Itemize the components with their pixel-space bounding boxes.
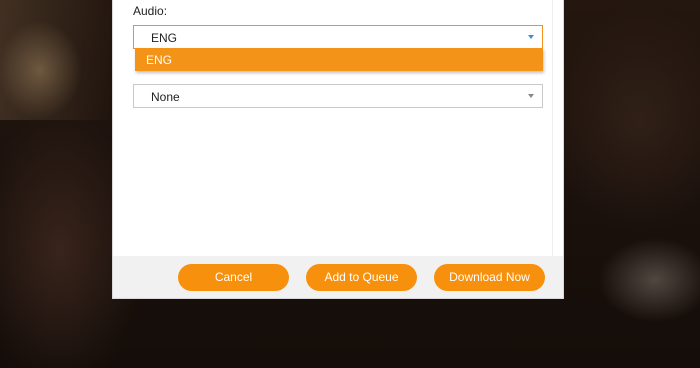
- download-now-button[interactable]: Download Now: [434, 264, 545, 291]
- audio-select[interactable]: ENG: [133, 25, 543, 49]
- audio-label: Audio:: [133, 4, 168, 18]
- cancel-button[interactable]: Cancel: [178, 264, 289, 291]
- audio-option-eng[interactable]: ENG: [146, 53, 172, 67]
- chevron-down-icon[interactable]: [528, 35, 534, 39]
- audio-select-value: ENG: [151, 31, 178, 45]
- audio-dropdown-list: ENG: [135, 48, 543, 71]
- subtitle-select[interactable]: None: [133, 84, 543, 108]
- subtitle-select-value: None: [151, 90, 180, 104]
- add-to-queue-button[interactable]: Add to Queue: [306, 264, 417, 291]
- chevron-down-icon[interactable]: [528, 94, 534, 98]
- background-highlight: [0, 0, 110, 120]
